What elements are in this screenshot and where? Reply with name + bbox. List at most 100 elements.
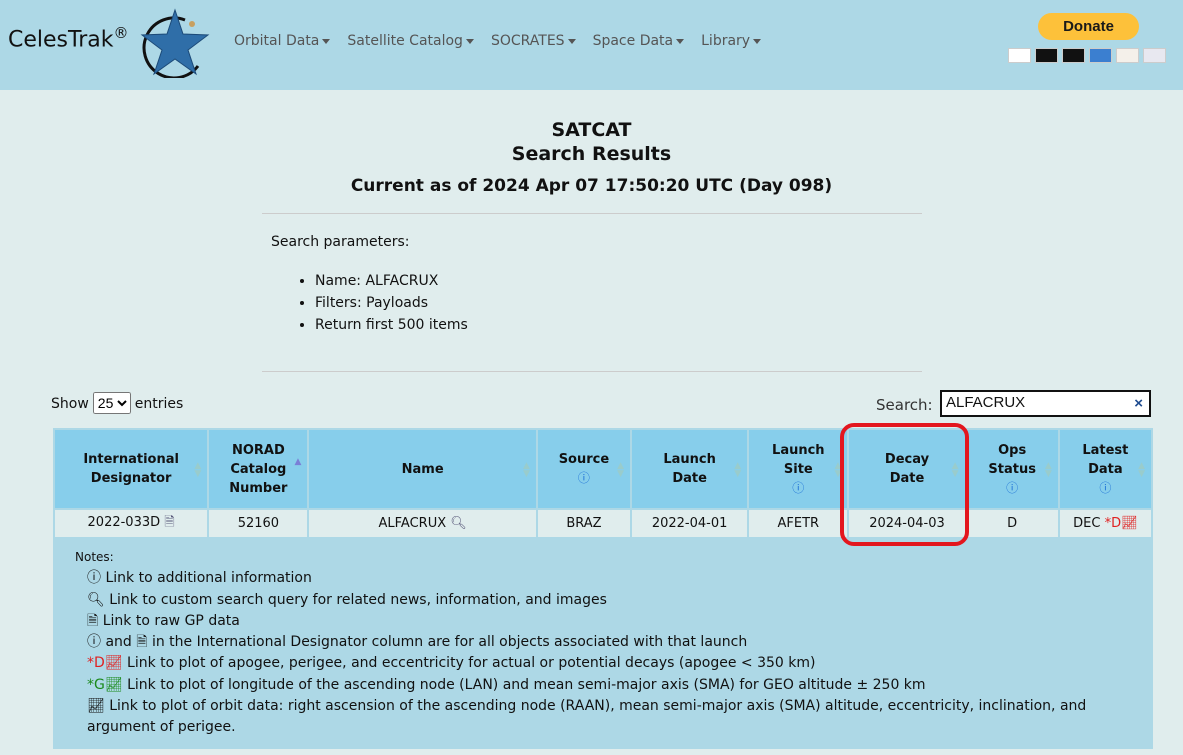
sort-asc-icon: ▲ <box>294 457 302 467</box>
cell-name: ALFACRUX 🔍︎ <box>309 510 536 537</box>
col-intl-designator[interactable]: International Designator ▲ ▼ <box>55 430 208 508</box>
nav-socrates[interactable]: SOCRATES <box>491 33 576 49</box>
divider <box>261 371 922 372</box>
maestro-icon <box>1062 48 1085 63</box>
document-icon[interactable]: 🗎 <box>164 515 174 530</box>
table-row: 2022-033D 🗎 52160 ALFACRUX 🔍︎ BRAZ 2022-… <box>55 510 1151 537</box>
col-norad[interactable]: NORAD Catalog Number ▲ <box>209 430 308 508</box>
note-item: 🗎 Link to raw GP data <box>75 611 1131 632</box>
geo-flag: *G <box>87 676 105 693</box>
unionpay-icon <box>1143 48 1166 63</box>
brand-name: CelesTrak <box>8 27 114 53</box>
note-text: in the International Designator column a… <box>151 634 748 651</box>
sort-icon: ▲ ▼ <box>1044 461 1052 479</box>
main-nav: Orbital Data Satellite Catalog SOCRATES … <box>234 33 761 49</box>
note-text: Link to additional information <box>105 570 312 587</box>
nav-satellite-catalog[interactable]: Satellite Catalog <box>347 33 474 49</box>
note-item: 📈︎ Link to plot of orbit data: right asc… <box>75 696 1131 739</box>
page-length-control: Show 25 entries <box>51 392 183 414</box>
decay-date-highlight <box>840 423 969 546</box>
cell-source: BRAZ <box>537 510 631 537</box>
note-item: ⓘ and 🗎 in the International Designator … <box>75 632 1131 653</box>
param-item: Name: ALFACRUX <box>315 270 1183 292</box>
col-latest-data[interactable]: Latest Data ⓘ ▲ ▼ <box>1059 430 1151 508</box>
show-label: Show <box>51 396 89 412</box>
nav-space-data[interactable]: Space Data <box>593 33 685 49</box>
header-label: Latest Data <box>1082 442 1129 477</box>
notes: Notes: ⓘ Link to additional information … <box>55 539 1151 747</box>
payment-cards <box>1008 48 1166 63</box>
params-label: Search parameters: <box>271 234 410 250</box>
info-icon: ⓘ <box>87 634 101 651</box>
info-icon[interactable]: ⓘ <box>1099 481 1111 495</box>
intl-link[interactable]: 2022-033D <box>88 515 161 530</box>
cell-norad: 52160 <box>209 510 308 537</box>
col-launch-date[interactable]: Launch Date ▲ ▼ <box>632 430 748 508</box>
cell-launch-site: AFETR <box>749 510 848 537</box>
celestrak-star-logo[interactable] <box>140 8 210 78</box>
visa-icon <box>1008 48 1031 63</box>
decay-flag: *D <box>1104 516 1122 531</box>
name-text: ALFACRUX <box>378 516 447 531</box>
note-text: Link to plot of orbit data: right ascens… <box>87 698 1087 736</box>
nav-orbital-data[interactable]: Orbital Data <box>234 33 330 49</box>
cell-latest-data: DEC *D📈︎ <box>1059 510 1151 537</box>
page-size-select[interactable]: 25 <box>92 392 131 414</box>
info-icon[interactable]: ⓘ <box>578 471 590 485</box>
header-label: International Designator <box>83 452 179 486</box>
header-label: NORAD Catalog Number <box>229 442 288 496</box>
col-source[interactable]: Source ⓘ ▲ ▼ <box>537 430 631 508</box>
current-as-of: Current as of 2024 Apr 07 17:50:20 UTC (… <box>350 176 833 196</box>
cell-ops-status: D <box>966 510 1058 537</box>
entries-label: entries <box>134 396 184 412</box>
decay-plot-link[interactable]: *D📈︎ <box>1105 516 1138 531</box>
param-item: Filters: Payloads <box>315 292 1183 314</box>
document-icon: 🗎 <box>136 634 148 651</box>
decay-flag: *D <box>87 655 105 672</box>
chart-icon: 📈︎ <box>104 655 123 672</box>
search-parameters: Search parameters: Name: ALFACRUX Filter… <box>271 234 1183 336</box>
amex-icon <box>1089 48 1112 63</box>
title-search-results: Search Results <box>511 143 672 165</box>
search-icon[interactable]: 🔍︎ <box>450 516 467 531</box>
note-item: 🔍︎ Link to custom search query for relat… <box>75 590 1131 611</box>
info-icon[interactable]: ⓘ <box>1006 481 1018 495</box>
notes-title: Notes: <box>75 550 114 564</box>
header-label: Name <box>401 461 444 477</box>
note-text: Link to raw GP data <box>102 612 240 629</box>
info-icon[interactable]: ⓘ <box>792 481 804 495</box>
info-icon: ⓘ <box>87 570 101 587</box>
sort-icon: ▲ ▼ <box>194 461 202 479</box>
mastercard-icon <box>1035 48 1058 63</box>
note-and: and <box>105 634 132 651</box>
header: CelesTrak® Orbital Data Satellite Catalo… <box>0 0 1183 90</box>
sort-icon: ▲ ▼ <box>522 461 530 479</box>
registered-mark: ® <box>113 24 129 42</box>
note-text: Link to plot of apogee, perigee, and ecc… <box>127 655 816 672</box>
note-item: *G📈︎ Link to plot of longitude of the as… <box>75 675 1131 696</box>
sort-icon: ▲ ▼ <box>1138 461 1145 479</box>
note-item: *D📈︎ Link to plot of apogee, perigee, an… <box>75 653 1131 674</box>
nav-library[interactable]: Library <box>701 33 761 49</box>
clear-search-icon[interactable]: × <box>1134 395 1143 412</box>
sort-icon: ▲ ▼ <box>617 461 625 479</box>
header-label: Ops Status <box>988 442 1036 477</box>
header-label: Launch Date <box>663 452 716 486</box>
chart-icon: 📈︎ <box>87 698 105 715</box>
col-ops-status[interactable]: Ops Status ⓘ ▲ ▼ <box>966 430 1058 508</box>
latest-text: DEC <box>1073 516 1101 531</box>
search-input[interactable]: ALFACRUX × <box>940 390 1151 417</box>
satcat-table: International Designator ▲ ▼ NORAD Catalog… <box>53 428 1153 749</box>
notes-row: Notes: ⓘ Link to additional information … <box>55 539 1151 747</box>
col-name[interactable]: Name ▲ ▼ <box>309 430 536 508</box>
cell-launch-date: 2022-04-01 <box>632 510 748 537</box>
col-launch-site[interactable]: Launch Site ⓘ ▲ ▼ <box>749 430 848 508</box>
param-item: Return first 500 items <box>315 314 1183 336</box>
brand-link[interactable]: CelesTrak® <box>8 24 128 52</box>
note-text: Link to plot of longitude of the ascendi… <box>127 676 926 693</box>
search-icon: 🔍︎ <box>87 591 105 608</box>
note-text: Link to custom search query for related … <box>109 591 607 608</box>
donate-button[interactable]: Donate <box>1038 13 1139 40</box>
page-title: SATCAT Search Results <box>0 118 1183 166</box>
search-value: ALFACRUX <box>946 394 1026 411</box>
